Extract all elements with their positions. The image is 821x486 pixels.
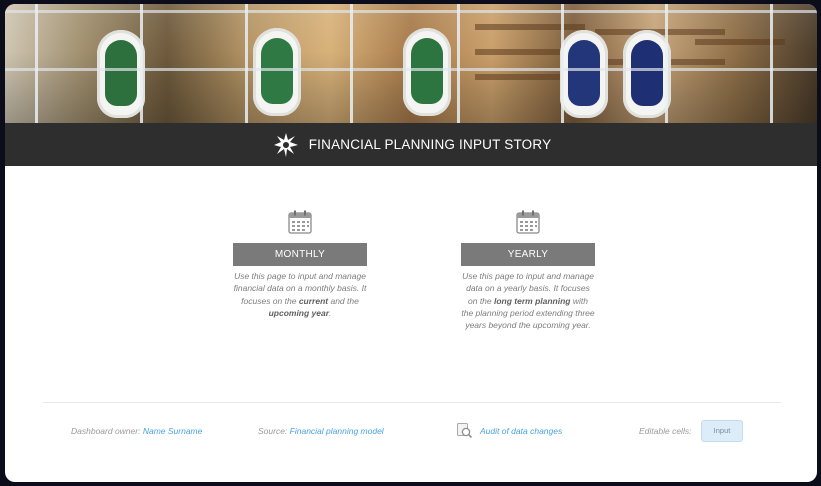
editable-cells-label: Editable cells: [639,426,692,436]
yearly-card: YEARLY Use this page to input and manage… [461,209,595,331]
university-logo-icon [273,132,298,157]
magnifier-audit-icon[interactable] [456,422,473,439]
input-legend-chip: Input [701,420,743,442]
calendar-icon [516,210,540,234]
page-title: FINANCIAL PLANNING INPUT STORY [308,137,552,152]
title-bar: FINANCIAL PLANNING INPUT STORY [5,123,817,166]
monthly-card: MONTHLY Use this page to input and manag… [233,209,367,319]
data-source: Source: Financial planning model [258,426,384,436]
dashboard-frame: FINANCIAL PLANNING INPUT STORY MONTHLY U… [5,4,817,482]
calendar-icon [288,210,312,234]
audit-link[interactable]: Audit of data changes [480,426,562,436]
hero-banner-image [5,4,817,123]
monthly-description: Use this page to input and manage financ… [233,271,367,318]
source-link[interactable]: Financial planning model [290,426,384,436]
dashboard-owner: Dashboard owner: Name Surname [71,426,203,436]
yearly-button[interactable]: YEARLY [461,243,595,266]
audit-link-wrap: Audit of data changes [480,426,562,436]
yearly-description: Use this page to input and manage data o… [461,271,595,331]
footer-divider [43,402,781,403]
monthly-button[interactable]: MONTHLY [233,243,367,266]
owner-name-link[interactable]: Name Surname [143,426,203,436]
